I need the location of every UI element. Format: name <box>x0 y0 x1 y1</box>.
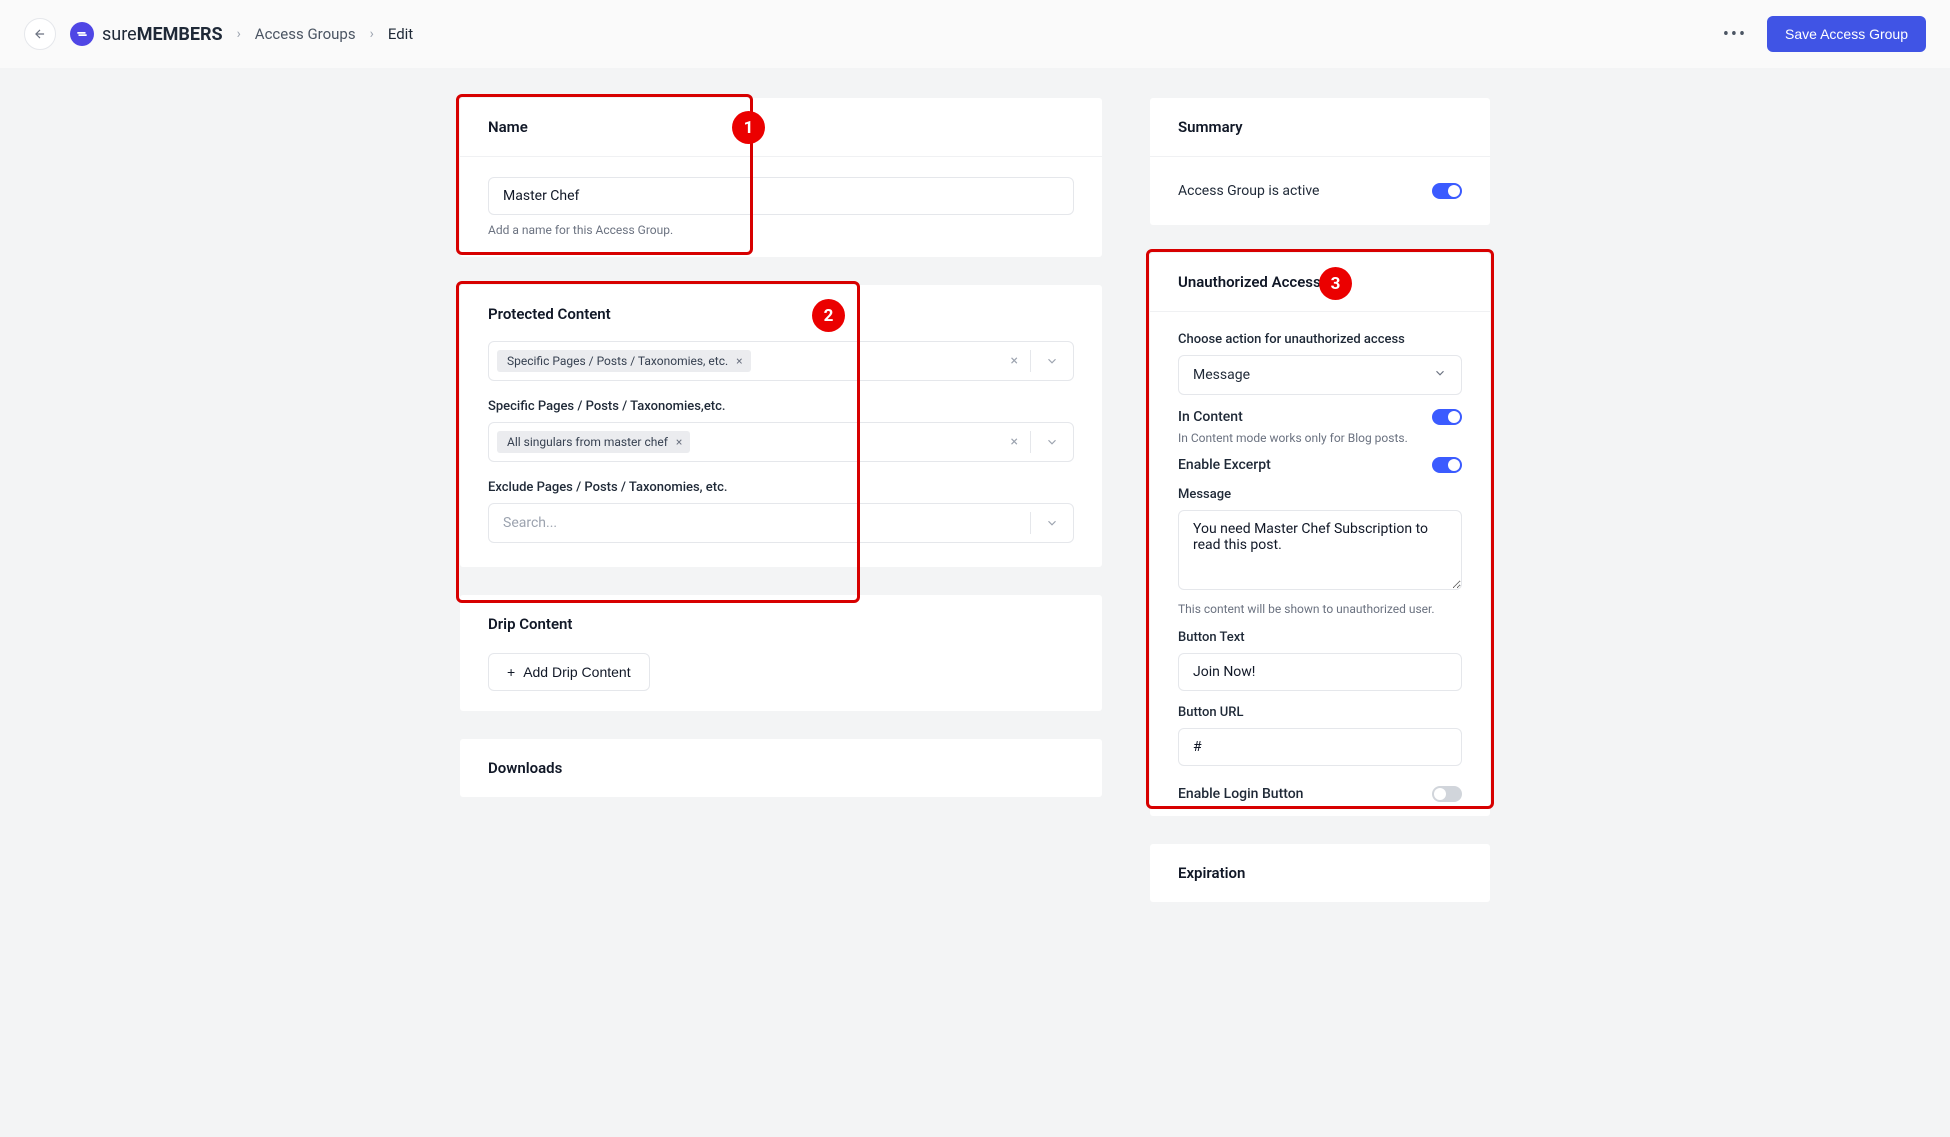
active-status-label: Access Group is active <box>1178 183 1319 199</box>
in-content-help: In Content mode works only for Blog post… <box>1178 431 1462 445</box>
annotation-badge-1: 1 <box>732 111 765 144</box>
annotation-badge-3: 3 <box>1319 267 1352 300</box>
topbar-left: sureMEMBERS › Access Groups › Edit <box>24 18 413 50</box>
topbar: sureMEMBERS › Access Groups › Edit ••• S… <box>0 0 1950 68</box>
drip-button-label: Add Drip Content <box>523 664 630 680</box>
brand: sureMEMBERS <box>70 22 223 46</box>
chevron-right-icon: › <box>370 26 374 42</box>
exclude-placeholder: Search... <box>497 515 557 531</box>
action-select[interactable]: Message <box>1178 355 1462 395</box>
name-help-text: Add a name for this Access Group. <box>488 223 1074 237</box>
message-textarea[interactable] <box>1178 510 1462 590</box>
chevron-down-icon <box>1433 366 1447 384</box>
content-type-select[interactable]: Specific Pages / Posts / Taxonomies, etc… <box>488 341 1074 381</box>
chevron-down-icon[interactable] <box>1030 512 1073 535</box>
breadcrumb-access-groups[interactable]: Access Groups <box>255 25 356 43</box>
enable-login-button-toggle[interactable] <box>1432 786 1462 802</box>
brand-suffix: MEMBERS <box>137 24 223 45</box>
button-text-input[interactable] <box>1178 653 1462 691</box>
drip-content-card: Drip Content + Add Drip Content <box>460 595 1102 711</box>
specific-pages-select[interactable]: All singulars from master chef × × <box>488 422 1074 462</box>
name-card-title: Name <box>460 98 1102 157</box>
clear-select-icon[interactable]: × <box>999 431 1031 454</box>
chevron-down-icon[interactable] <box>1031 435 1073 449</box>
add-drip-content-button[interactable]: + Add Drip Content <box>488 653 650 691</box>
specific-pages-label: Specific Pages / Posts / Taxonomies,etc. <box>488 399 1074 414</box>
annotation-badge-2: 2 <box>812 299 845 332</box>
brand-prefix: sure <box>102 24 137 45</box>
chevron-right-icon: › <box>237 26 241 42</box>
button-url-label: Button URL <box>1178 705 1462 720</box>
brand-icon <box>70 22 94 46</box>
remove-tag-icon[interactable]: × <box>734 354 744 368</box>
chevron-down-icon[interactable] <box>1031 354 1073 368</box>
page: 1 Name Add a name for this Access Group.… <box>255 68 1695 902</box>
breadcrumb-edit: Edit <box>388 25 413 43</box>
access-group-name-input[interactable] <box>488 177 1074 215</box>
button-url-input[interactable] <box>1178 728 1462 766</box>
active-status-toggle[interactable] <box>1432 183 1462 199</box>
side-column: Summary Access Group is active 3 Unautho… <box>1150 98 1490 902</box>
plus-icon: + <box>507 664 515 680</box>
message-help: This content will be shown to unauthoriz… <box>1178 602 1462 616</box>
save-access-group-button[interactable]: Save Access Group <box>1767 16 1926 52</box>
tag-label: Specific Pages / Posts / Taxonomies, etc… <box>507 354 728 368</box>
back-button[interactable] <box>24 18 56 50</box>
in-content-label: In Content <box>1178 409 1243 425</box>
enable-login-button-label: Enable Login Button <box>1178 786 1303 802</box>
button-text-label: Button Text <box>1178 630 1462 645</box>
enable-excerpt-label: Enable Excerpt <box>1178 457 1271 473</box>
more-options-button[interactable]: ••• <box>1723 24 1747 45</box>
drip-content-title: Drip Content <box>460 595 1102 653</box>
message-label: Message <box>1178 487 1462 502</box>
expiration-card: Expiration <box>1150 844 1490 902</box>
main-column: 1 Name Add a name for this Access Group.… <box>460 98 1102 902</box>
specific-page-tag: All singulars from master chef × <box>497 431 690 453</box>
downloads-title: Downloads <box>460 739 1102 797</box>
action-value: Message <box>1193 367 1250 383</box>
unauthorized-access-card: Unauthorized Access Choose action for un… <box>1150 253 1490 816</box>
summary-title: Summary <box>1150 98 1490 157</box>
clear-select-icon[interactable]: × <box>999 350 1031 373</box>
exclude-pages-label: Exclude Pages / Posts / Taxonomies, etc. <box>488 480 1074 495</box>
tag-label: All singulars from master chef <box>507 435 668 449</box>
name-card: Name Add a name for this Access Group. <box>460 98 1102 257</box>
topbar-right: ••• Save Access Group <box>1723 16 1926 52</box>
arrow-left-icon <box>33 27 47 41</box>
expiration-title: Expiration <box>1150 844 1490 902</box>
content-type-tag: Specific Pages / Posts / Taxonomies, etc… <box>497 350 751 372</box>
remove-tag-icon[interactable]: × <box>674 435 684 449</box>
summary-card: Summary Access Group is active <box>1150 98 1490 225</box>
in-content-toggle[interactable] <box>1432 409 1462 425</box>
protected-content-card: Protected Content Specific Pages / Posts… <box>460 285 1102 567</box>
action-label: Choose action for unauthorized access <box>1178 332 1462 347</box>
enable-excerpt-toggle[interactable] <box>1432 457 1462 473</box>
protected-content-title: Protected Content <box>460 285 1102 335</box>
downloads-card: Downloads <box>460 739 1102 797</box>
exclude-pages-select[interactable]: Search... <box>488 503 1074 543</box>
